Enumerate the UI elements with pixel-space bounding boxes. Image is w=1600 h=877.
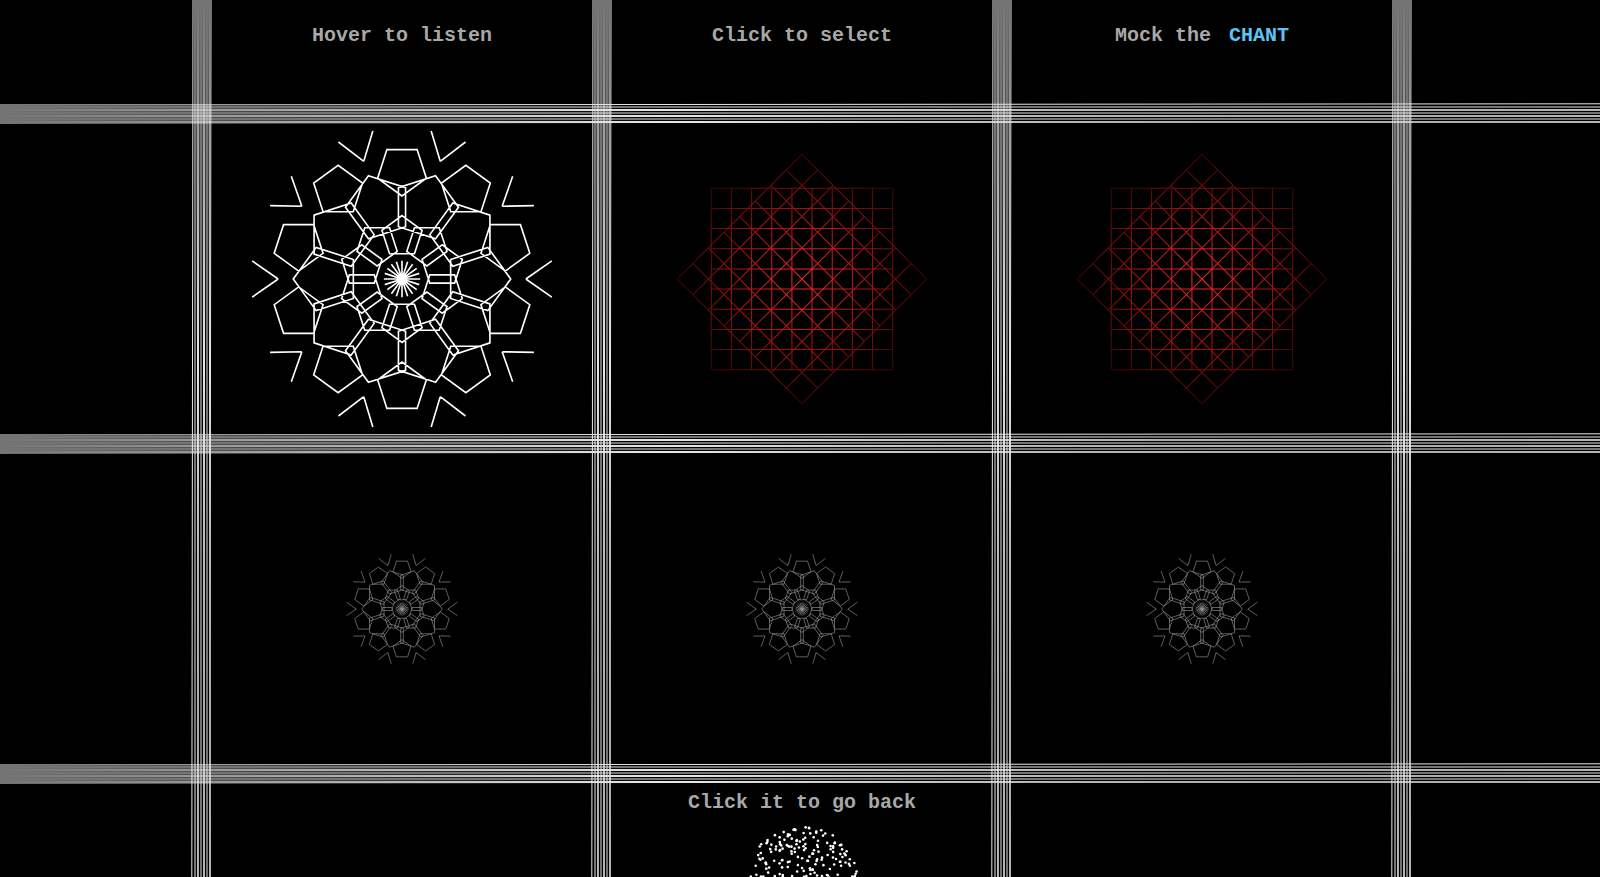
highlight-word[interactable]: CHANT <box>1229 24 1289 47</box>
sound-cell[interactable] <box>614 456 990 762</box>
sound-cell[interactable] <box>1014 126 1390 432</box>
grid-figure-icon[interactable] <box>671 148 933 410</box>
grid-band <box>590 0 614 877</box>
sound-cell[interactable] <box>214 126 590 432</box>
grid-band <box>0 762 1600 786</box>
grid-band <box>0 102 1600 126</box>
sound-cell[interactable] <box>614 126 990 432</box>
star-figure-icon[interactable] <box>709 516 895 702</box>
dot-cloud-icon[interactable] <box>742 816 862 877</box>
sound-cell[interactable] <box>1014 456 1390 762</box>
column-header: Click to select <box>614 0 990 102</box>
column-header: Hover to listen <box>214 0 590 102</box>
grid-band <box>190 0 214 877</box>
star-figure-icon[interactable] <box>249 126 555 432</box>
back-button[interactable]: Click it to go back <box>614 786 990 877</box>
grid-figure-icon[interactable] <box>1071 148 1333 410</box>
grid-band <box>0 432 1600 456</box>
star-figure-icon[interactable] <box>1109 516 1295 702</box>
grid-band <box>990 0 1014 877</box>
grid-band <box>1390 0 1414 877</box>
page: Hover to listenClick to selectMock theCH… <box>0 0 1600 877</box>
column-header: Mock theCHANT <box>1014 0 1390 102</box>
star-figure-icon[interactable] <box>309 516 495 702</box>
sound-cell[interactable] <box>214 456 590 762</box>
